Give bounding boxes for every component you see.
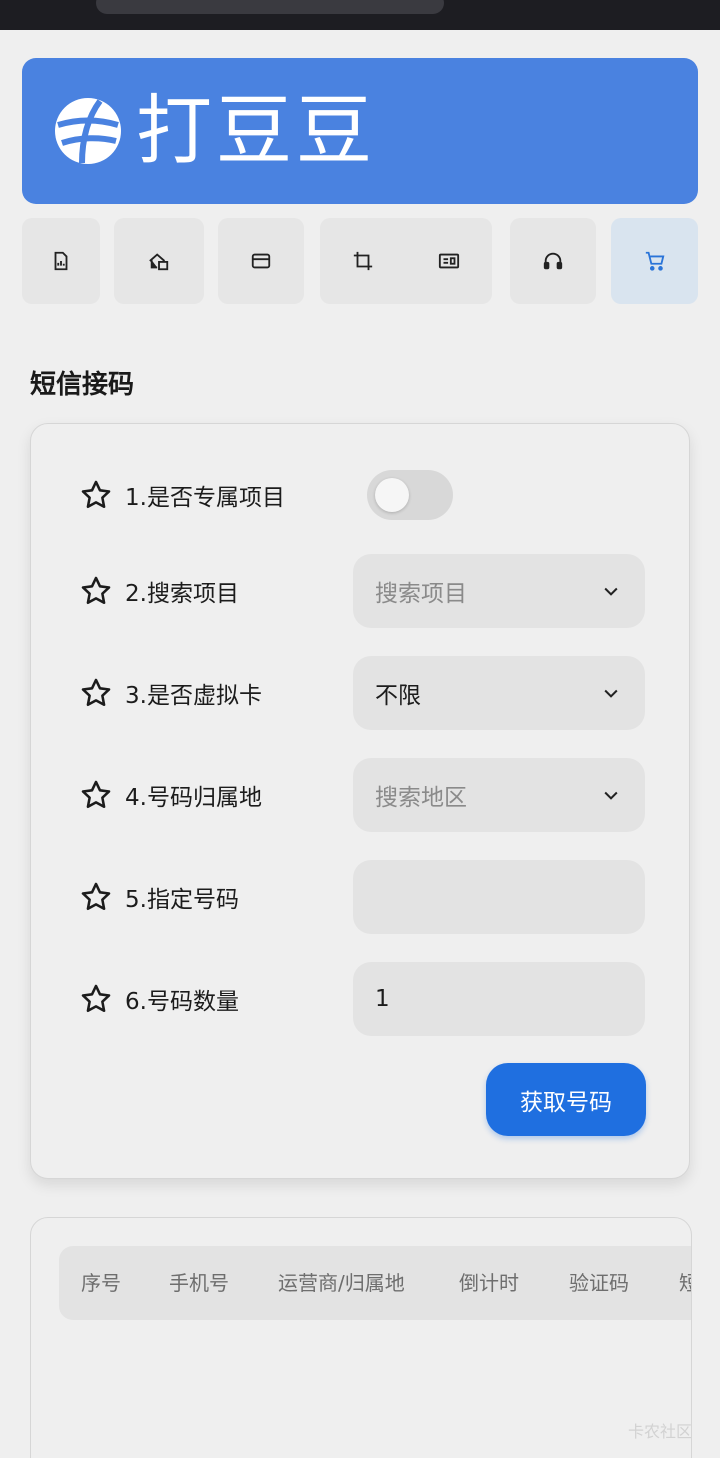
col-header-phone: 手机号 [169,1271,229,1295]
star-icon [81,984,111,1013]
nav-item-support[interactable] [510,218,596,304]
sms-form-card: 1.是否专属项目 2.搜索项目 搜索项目 3.是否虚拟卡 不限 4.号码归属地 … [30,423,690,1179]
star-icon [81,576,111,605]
project-placeholder: 搜索项目 [375,581,467,607]
project-select[interactable]: 搜索项目 [353,554,645,628]
count-value: 1 [375,986,390,1012]
project-label: 2.搜索项目 [125,581,239,607]
nav-item-crop[interactable] [352,250,374,276]
label-group: 1.是否专属项目 [79,458,285,532]
wallet-icon [251,253,271,269]
nav-item-wallet[interactable] [218,218,304,304]
id-card-icon [438,253,460,269]
document-chart-icon [54,251,68,271]
page: 打豆豆 短信接码 1.是否专属项目 2.搜索项目 搜索项目 3.是否虚拟卡 不限… [0,0,720,1458]
label-group: 6.号码数量 [79,962,239,1036]
nav-item-card[interactable] [438,250,460,276]
region-select[interactable]: 搜索地区 [353,758,645,832]
section-title: 短信接码 [30,370,135,400]
watermark: 卡农社区 [628,1422,693,1441]
col-header-index: 序号 [81,1271,121,1295]
camera-notch [96,0,444,14]
star-icon [81,678,111,707]
nav-item-home[interactable] [114,218,204,304]
virtual-value: 不限 [375,683,421,709]
virtual-select[interactable]: 不限 [353,656,645,730]
label-group: 5.指定号码 [79,860,239,934]
form-row-exclusive: 1.是否专属项目 [79,458,647,532]
col-header-sms: 短 [679,1246,691,1320]
nav-item-report[interactable] [22,218,100,304]
count-label: 6.号码数量 [125,989,239,1015]
status-bar [0,0,720,30]
col-header-code: 验证码 [569,1271,629,1295]
toggle-knob [375,478,409,512]
home-switch-icon [149,253,169,271]
form-row-count: 6.号码数量 1 [79,962,647,1036]
form-row-number: 5.指定号码 [79,860,647,934]
exclusive-toggle[interactable] [367,470,453,520]
region-placeholder: 搜索地区 [375,785,467,811]
form-row-virtual: 3.是否虚拟卡 不限 [79,656,647,730]
brand-banner: 打豆豆 [22,58,698,204]
nav-item-shop[interactable] [611,218,698,304]
cart-icon [645,251,664,271]
chevron-down-icon [604,587,618,596]
number-label: 5.指定号码 [125,887,239,913]
chevron-down-icon [604,791,618,800]
table-header: 序号 手机号 运营商/归属地 倒计时 验证码 短 [59,1246,691,1320]
form-row-project: 2.搜索项目 搜索项目 [79,554,647,628]
label-group: 2.搜索项目 [79,554,239,628]
results-card: 序号 手机号 运营商/归属地 倒计时 验证码 短 [30,1217,692,1458]
col-header-carrier: 运营商/归属地 [278,1271,405,1295]
col-header-countdown: 倒计时 [459,1271,519,1295]
number-input[interactable] [353,860,645,934]
virtual-label: 3.是否虚拟卡 [125,683,262,709]
label-group: 4.号码归属地 [79,758,262,832]
exclusive-label: 1.是否专属项目 [125,485,285,511]
brand-title: 打豆豆 [136,86,376,175]
get-number-button[interactable]: 获取号码 [486,1063,646,1136]
star-icon [81,882,111,911]
icon-nav [22,218,698,306]
label-group: 3.是否虚拟卡 [79,656,262,730]
headset-icon [543,252,563,270]
star-icon [81,780,111,809]
globe-logo-icon [55,98,121,164]
crop-icon [353,251,373,271]
form-row-region: 4.号码归属地 搜索地区 [79,758,647,832]
star-icon [81,480,111,509]
region-label: 4.号码归属地 [125,785,262,811]
nav-item-group [320,218,492,304]
chevron-down-icon [604,689,618,698]
count-input[interactable]: 1 [353,962,645,1036]
